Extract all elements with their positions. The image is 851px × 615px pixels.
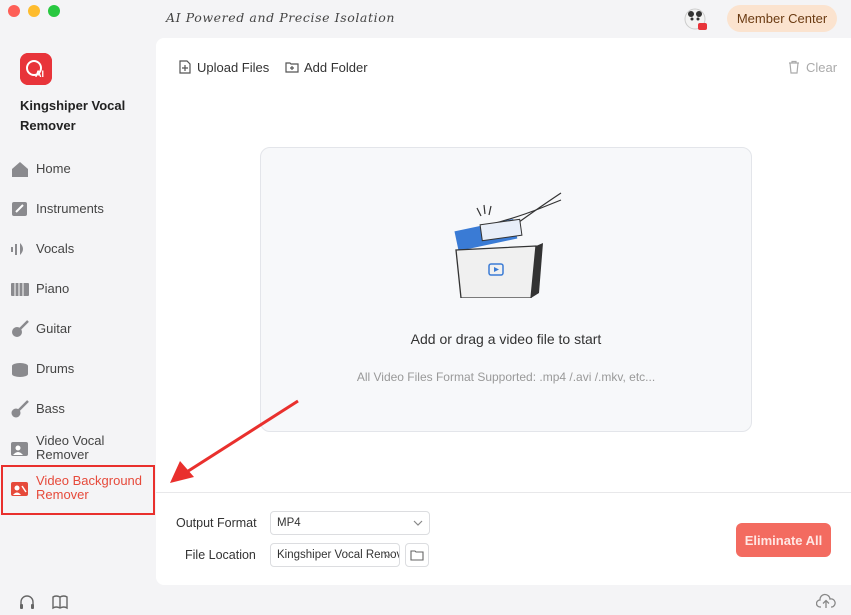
output-format-select[interactable]: MP4 [270, 511, 430, 535]
sidebar-item-instruments[interactable]: Instruments [0, 191, 156, 227]
drop-zone-subtitle: All Video Files Format Supported: .mp4 /… [356, 370, 656, 384]
sidebar-item-drums[interactable]: Drums [0, 351, 156, 387]
user-avatar-icon[interactable] [683, 6, 709, 32]
output-format-label: Output Format [176, 516, 257, 530]
sidebar-item-bass[interactable]: Bass [0, 391, 156, 427]
drop-zone-title: Add or drag a video file to start [410, 331, 602, 347]
home-icon [12, 162, 28, 177]
member-center-button[interactable]: Member Center [727, 5, 837, 32]
sidebar-item-guitar[interactable]: Guitar [0, 311, 156, 347]
maximize-window-button[interactable] [48, 5, 60, 17]
guitar-icon [12, 320, 29, 337]
main-panel: Upload Files Add Folder Clear Add or dra… [156, 38, 851, 585]
file-location-select[interactable]: Kingshiper Vocal Remover [270, 543, 400, 567]
drums-icon [12, 363, 28, 377]
upload-files-button[interactable]: Upload Files [178, 58, 269, 76]
bass-icon [11, 400, 29, 418]
browse-folder-button[interactable] [405, 543, 429, 567]
trash-icon [789, 60, 799, 74]
app-logo-icon: AI [20, 53, 52, 85]
book-icon[interactable] [51, 593, 69, 611]
highlight-box [1, 465, 155, 515]
eliminate-all-button[interactable]: Eliminate All [736, 523, 831, 557]
sidebar: AI Kingshiper Vocal Remover Home Instrum… [0, 38, 156, 615]
close-window-button[interactable] [8, 5, 20, 17]
headphones-icon[interactable] [18, 593, 36, 611]
add-folder-icon [285, 62, 299, 73]
sidebar-item-video-vocal-remover[interactable]: Video Vocal Remover [0, 431, 156, 467]
upload-file-icon [179, 60, 191, 74]
piano-icon [11, 283, 29, 296]
minimize-window-button[interactable] [28, 5, 40, 17]
chevron-down-icon [383, 552, 393, 558]
instruments-icon [12, 202, 27, 216]
folder-icon [410, 550, 424, 561]
svg-text:AI: AI [35, 69, 44, 79]
chevron-down-icon [413, 520, 423, 526]
title-bar: AI Powered and Precise Isolation Member … [0, 0, 851, 38]
video-vocal-icon [11, 442, 28, 456]
app-name: Kingshiper Vocal Remover [20, 98, 126, 133]
folder-video-illustration-icon [454, 192, 562, 298]
vocals-icon [11, 243, 23, 255]
file-location-label: File Location [185, 548, 256, 562]
app-tagline: AI Powered and Precise Isolation [166, 10, 395, 25]
add-folder-button[interactable]: Add Folder [285, 58, 368, 76]
sidebar-item-home[interactable]: Home [0, 151, 156, 187]
sidebar-item-vocals[interactable]: Vocals [0, 231, 156, 267]
cloud-upload-icon[interactable] [816, 593, 836, 609]
clear-button[interactable]: Clear [787, 58, 837, 76]
footer-divider [156, 492, 851, 493]
sidebar-item-piano[interactable]: Piano [0, 271, 156, 307]
video-drop-zone[interactable]: Add or drag a video file to start All Vi… [260, 147, 752, 432]
